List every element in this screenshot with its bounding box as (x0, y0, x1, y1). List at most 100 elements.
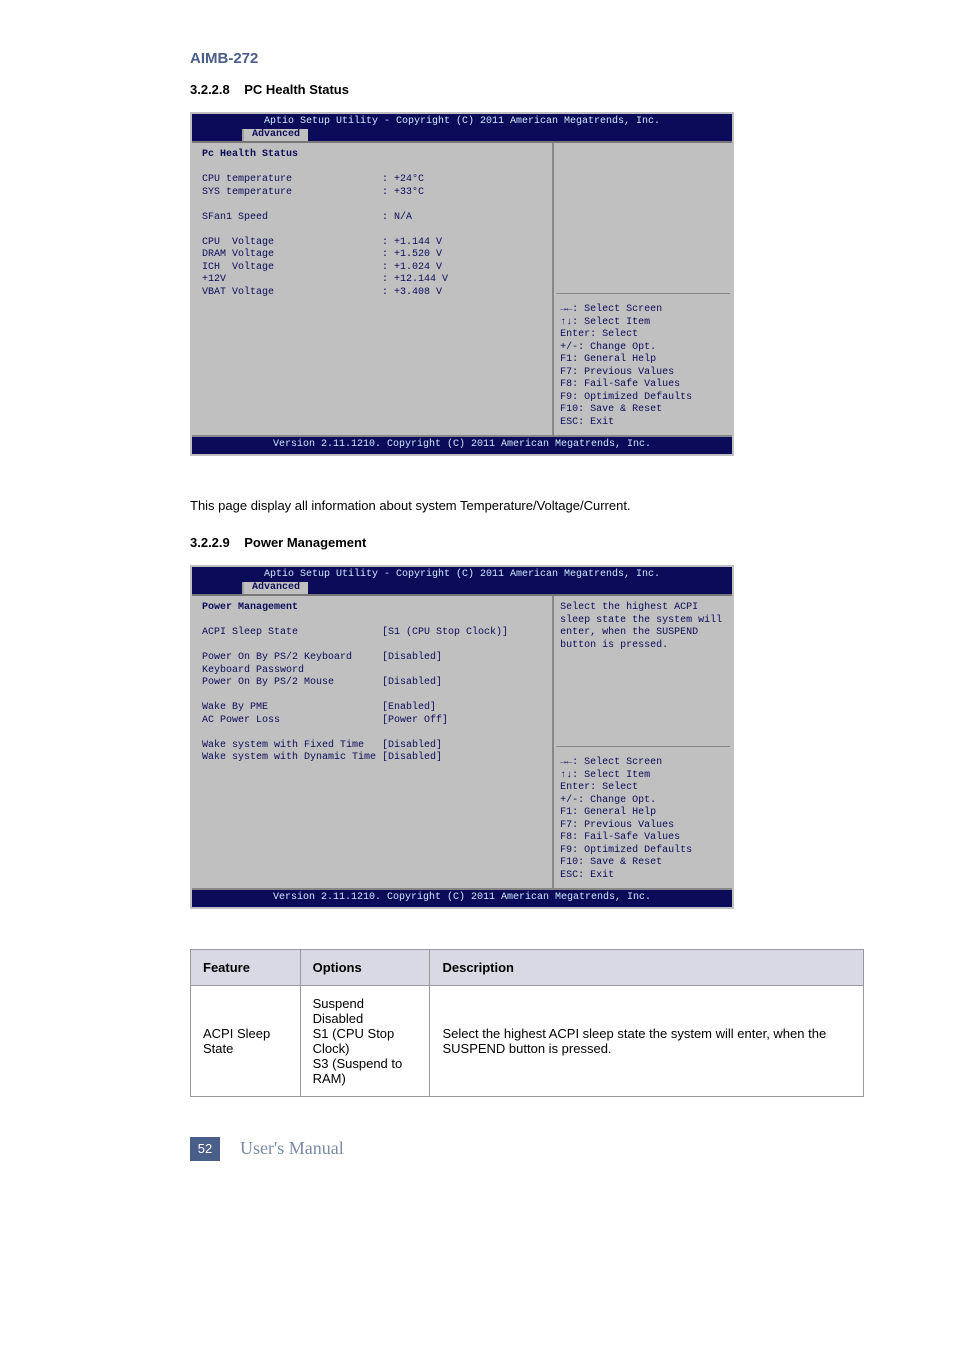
bios-row: SFan1 Speed: N/A (202, 212, 542, 225)
table-header: Feature (191, 949, 301, 985)
bios-screenshot-1: Aptio Setup Utility - Copyright (C) 2011… (190, 112, 734, 456)
bios-row-value: [Disabled] (382, 740, 442, 753)
page-footer: 52 User's Manual (90, 1137, 864, 1161)
bios-left-2: Power Management ACPI Sleep State[S1 (CP… (192, 596, 554, 888)
footer-text: User's Manual (240, 1138, 344, 1159)
bios-heading-2: Power Management (202, 602, 542, 615)
bios-row-label: VBAT Voltage (202, 287, 382, 300)
bios-row: AC Power Loss[Power Off] (202, 715, 542, 728)
bios-screenshot-2: Aptio Setup Utility - Copyright (C) 2011… (190, 565, 734, 909)
bios-row-value: [Power Off] (382, 715, 448, 728)
section-title-2: Power Management (244, 535, 366, 550)
bios-row-value: : +3.408 V (382, 287, 442, 300)
bios-row-label: ACPI Sleep State (202, 627, 382, 640)
table-header: Description (430, 949, 864, 985)
bios-row (202, 640, 542, 653)
bios-row: Wake system with Fixed Time[Disabled] (202, 740, 542, 753)
bios-key-hint: →←: Select Screen (560, 304, 726, 317)
section-num-1: 3.2.2.8 (190, 82, 230, 97)
bios-row-label: Power On By PS/2 Mouse (202, 677, 382, 690)
section-heading-1: 3.2.2.8 PC Health Status (190, 82, 864, 97)
bios-row: SYS temperature: +33°C (202, 187, 542, 200)
product-heading: AIMB-272 (190, 50, 864, 67)
bios-row-value: : +1.144 V (382, 237, 442, 250)
bios-row-value: : N/A (382, 212, 412, 225)
bios-key-hint: F9: Optimized Defaults (560, 392, 726, 405)
bios-row-value: : +12.144 V (382, 274, 448, 287)
bios-key-hint: F7: Previous Values (560, 367, 726, 380)
section-heading-2: 3.2.2.9 Power Management (190, 535, 864, 550)
bios-row-value: [Disabled] (382, 677, 442, 690)
bios-row-label: SFan1 Speed (202, 212, 382, 225)
bios-row: CPU temperature: +24°C (202, 174, 542, 187)
bios-row (202, 690, 542, 703)
bios-row-label: AC Power Loss (202, 715, 382, 728)
bios-key-hint: Enter: Select (560, 782, 726, 795)
bios-row-label: Wake system with Dynamic Time (202, 752, 382, 765)
table-cell: Select the highest ACPI sleep state the … (430, 985, 864, 1096)
bios-row (202, 199, 542, 212)
bios-row: CPU Voltage: +1.144 V (202, 237, 542, 250)
bios-row (202, 224, 542, 237)
bios-key-hint: ↑↓: Select Item (560, 317, 726, 330)
bios-row-label: Keyboard Password (202, 665, 382, 678)
bios-row-label: Power On By PS/2 Keyboard (202, 652, 382, 665)
bios-tab-row-1: Advanced (192, 129, 732, 142)
bios-key-hint: F8: Fail-Safe Values (560, 379, 726, 392)
bios-key-hint: F9: Optimized Defaults (560, 845, 726, 858)
bios-row: ICH Voltage: +1.024 V (202, 262, 542, 275)
bios-key-hint: F8: Fail-Safe Values (560, 832, 726, 845)
bios-row: Power On By PS/2 Mouse[Disabled] (202, 677, 542, 690)
bios-footer-1: Version 2.11.1210. Copyright (C) 2011 Am… (192, 435, 732, 454)
bios-row-label: DRAM Voltage (202, 249, 382, 262)
section-title-1: PC Health Status (244, 82, 349, 97)
bios-key-hint: ↑↓: Select Item (560, 770, 726, 783)
bios-right-2: Select the highest ACPI sleep state the … (554, 596, 732, 888)
bios-row: Keyboard Password (202, 665, 542, 678)
paragraph-1: This page display all information about … (190, 496, 864, 516)
bios-key-hint: Enter: Select (560, 329, 726, 342)
table-header: Options (300, 949, 430, 985)
bios-key-hint: F1: General Help (560, 354, 726, 367)
bios-key-hint: +/-: Change Opt. (560, 342, 726, 355)
bios-heading-1: Pc Health Status (202, 149, 542, 162)
bios-key-hint: ESC: Exit (560, 417, 726, 430)
table-cell: Suspend Disabled S1 (CPU Stop Clock) S3 … (300, 985, 430, 1096)
feature-table: FeatureOptionsDescription ACPI Sleep Sta… (190, 949, 864, 1097)
bios-row: Wake system with Dynamic Time[Disabled] (202, 752, 542, 765)
bios-key-hint: F7: Previous Values (560, 820, 726, 833)
bios-right-1: →←: Select Screen↑↓: Select ItemEnter: S… (554, 143, 732, 435)
bios-row-label: CPU Voltage (202, 237, 382, 250)
bios-row: +12V: +12.144 V (202, 274, 542, 287)
bios-row-label: ICH Voltage (202, 262, 382, 275)
bios-keys-2: →←: Select Screen↑↓: Select ItemEnter: S… (560, 751, 726, 882)
bios-footer-2: Version 2.11.1210. Copyright (C) 2011 Am… (192, 888, 732, 907)
bios-tab-advanced-1: Advanced (242, 129, 308, 142)
bios-row-value: [Enabled] (382, 702, 436, 715)
bios-key-hint: F10: Save & Reset (560, 857, 726, 870)
bios-row: DRAM Voltage: +1.520 V (202, 249, 542, 262)
bios-row-value: : +1.024 V (382, 262, 442, 275)
bios-row: Power On By PS/2 Keyboard[Disabled] (202, 652, 542, 665)
bios-row-value: : +24°C (382, 174, 424, 187)
bios-row (202, 727, 542, 740)
bios-row-label: +12V (202, 274, 382, 287)
page-number: 52 (190, 1137, 220, 1161)
bios-row-label: CPU temperature (202, 174, 382, 187)
bios-title-2: Aptio Setup Utility - Copyright (C) 2011… (192, 567, 732, 582)
bios-row: ACPI Sleep State[S1 (CPU Stop Clock)] (202, 627, 542, 640)
bios-key-hint: ESC: Exit (560, 870, 726, 883)
bios-row-label: Wake system with Fixed Time (202, 740, 382, 753)
bios-key-hint: F10: Save & Reset (560, 404, 726, 417)
bios-key-hint: +/-: Change Opt. (560, 795, 726, 808)
bios-row-label: Wake By PME (202, 702, 382, 715)
bios-title-1: Aptio Setup Utility - Copyright (C) 2011… (192, 114, 732, 129)
bios-help-2: Select the highest ACPI sleep state the … (560, 602, 726, 652)
bios-row: VBAT Voltage: +3.408 V (202, 287, 542, 300)
table-cell: ACPI Sleep State (191, 985, 301, 1096)
bios-row-label: SYS temperature (202, 187, 382, 200)
table-row: ACPI Sleep StateSuspend Disabled S1 (CPU… (191, 985, 864, 1096)
bios-row-value: [Disabled] (382, 752, 442, 765)
bios-row-value: : +33°C (382, 187, 424, 200)
bios-key-hint: F1: General Help (560, 807, 726, 820)
